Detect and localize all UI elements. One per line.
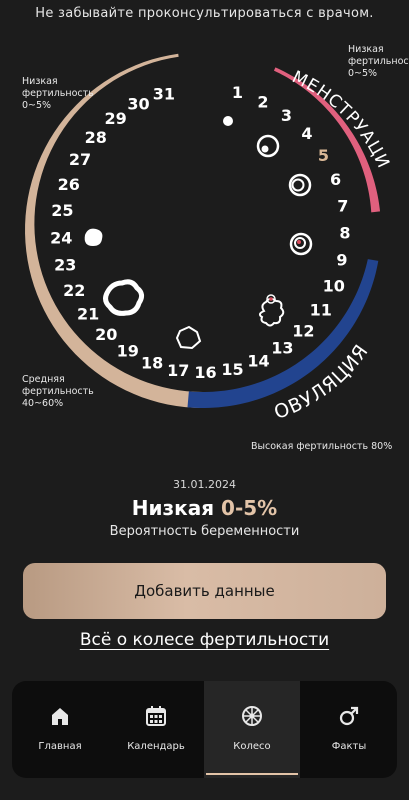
fertility-wheel-info-link[interactable]: Всё о колесе фертильности <box>0 630 409 650</box>
nav-wheel[interactable]: Колесо <box>204 681 300 778</box>
doctor-reminder-banner: Не забывайте проконсультироваться с врач… <box>35 6 374 21</box>
day-number[interactable]: 22 <box>63 281 85 300</box>
nav-home[interactable]: Главная <box>12 681 108 778</box>
day-number[interactable]: 5 <box>318 146 329 165</box>
day-number[interactable]: 21 <box>77 305 99 324</box>
add-data-button[interactable]: Добавить данные <box>23 563 386 619</box>
day-number[interactable]: 12 <box>292 321 314 340</box>
high-fertility-label: Высокая фертильность 80% <box>251 441 393 452</box>
medium-fertility-label: Средняя фертильность 40~60% <box>22 374 94 409</box>
day-number[interactable]: 10 <box>323 277 345 296</box>
selected-date: 31.01.2024 <box>173 478 236 491</box>
nav-home-label: Главная <box>38 741 82 752</box>
day-number[interactable]: 28 <box>85 128 107 147</box>
day-number[interactable]: 23 <box>54 255 76 274</box>
wheel-icon <box>242 706 262 726</box>
egg-mature-icon <box>289 232 313 256</box>
egg-small-icon <box>223 116 233 126</box>
nav-calendar[interactable]: Календарь <box>108 681 204 778</box>
ovulation-arc <box>187 259 379 408</box>
nav-wheel-label: Колесо <box>233 741 271 752</box>
pregnancy-probability-label: Вероятность беременности <box>109 524 300 539</box>
egg-double-icon <box>256 134 280 158</box>
day-number[interactable]: 25 <box>51 201 73 220</box>
day-number[interactable]: 15 <box>221 360 243 379</box>
day-number[interactable]: 4 <box>301 124 312 143</box>
day-number[interactable]: 30 <box>127 95 149 114</box>
day-number[interactable]: 27 <box>69 150 91 169</box>
day-number[interactable]: 13 <box>271 339 293 358</box>
day-number[interactable]: 11 <box>310 300 332 319</box>
day-number[interactable]: 9 <box>336 251 347 270</box>
bottom-navigation: Главная Календарь Колесо Факты <box>12 681 397 778</box>
calendar-icon <box>146 706 166 726</box>
day-number[interactable]: 6 <box>330 170 341 189</box>
day-number[interactable]: 18 <box>141 354 163 373</box>
nav-calendar-label: Календарь <box>127 741 185 752</box>
day-number[interactable]: 26 <box>58 175 80 194</box>
day-number[interactable]: 29 <box>104 109 126 128</box>
corpus-blob-icon <box>84 228 103 246</box>
egg-released-icon <box>258 294 285 327</box>
home-icon <box>52 708 68 725</box>
day-number[interactable]: 14 <box>247 352 269 371</box>
day-number[interactable]: 24 <box>50 228 72 247</box>
day-number[interactable]: 31 <box>153 85 175 104</box>
low-fertility-top-right-label: Низкая фертильность 0~5% <box>348 44 409 79</box>
fertility-level: Низкая 0-5% <box>0 494 409 522</box>
nav-facts-label: Факты <box>331 741 367 752</box>
active-tab-indicator <box>206 773 298 775</box>
day-number[interactable]: 1 <box>232 83 243 102</box>
day-number[interactable]: 20 <box>95 325 117 344</box>
fertility-level-text: Низкая <box>131 496 215 520</box>
day-number[interactable]: 17 <box>167 361 189 380</box>
low-fertility-top-left-label: Низкая фертильность 0~5% <box>22 76 94 111</box>
day-number[interactable]: 3 <box>281 106 292 125</box>
fertility-range: 0-5% <box>221 496 278 520</box>
day-number[interactable]: 19 <box>117 341 139 360</box>
nav-facts[interactable]: Факты <box>301 681 397 778</box>
day-number[interactable]: 16 <box>194 363 216 382</box>
egg-ring-icon <box>288 173 312 197</box>
corpus-outline-icon <box>103 279 145 316</box>
shed-lining-icon <box>175 325 202 350</box>
day-number[interactable]: 8 <box>339 224 350 243</box>
day-number[interactable]: 2 <box>257 92 268 111</box>
day-number[interactable]: 7 <box>337 196 348 215</box>
male-symbol-icon <box>339 706 359 726</box>
